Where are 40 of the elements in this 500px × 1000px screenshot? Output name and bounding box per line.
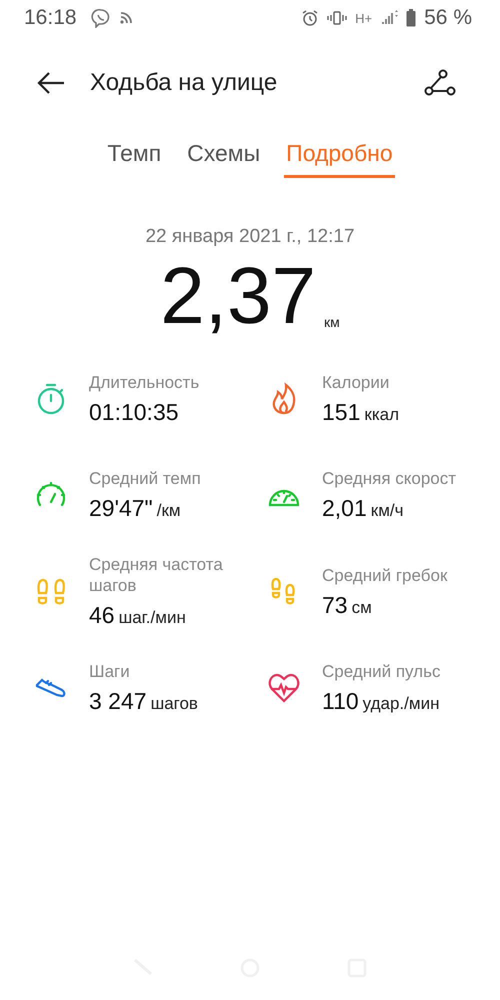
metric-unit: /км (156, 501, 181, 521)
metric-label: Средняя частота шагов (89, 554, 224, 596)
metric-unit: см (352, 598, 372, 618)
status-time: 16:18 (24, 6, 77, 30)
metric-value: 01:10:35 (89, 399, 179, 426)
metric-label: Средний темп (89, 468, 201, 489)
metric-unit: км/ч (370, 501, 404, 521)
screen-title: Ходьба на улице (90, 69, 278, 97)
chat-bubble-icon (90, 8, 111, 28)
metric-label: Шаги (89, 661, 131, 682)
metric-value: 73 (322, 592, 348, 618)
metric-label: Длительность (89, 372, 200, 393)
signal-icon (380, 10, 398, 26)
battery-icon (406, 9, 416, 27)
cast-icon (118, 11, 133, 25)
metric-unit: шаг./мин (118, 608, 186, 628)
vibrate-icon (327, 10, 348, 26)
metric-value: 3 247 (89, 688, 147, 715)
tab[interactable]: Темп (105, 136, 164, 178)
metric-unit: удар./мин (362, 694, 440, 714)
workout-date: 22 января 2021 г., 12:17 (144, 226, 356, 248)
back-arrow-icon[interactable] (36, 71, 66, 95)
metric-label: Средний гребок (322, 564, 448, 586)
metric-label: Калории (322, 372, 390, 393)
route-icon[interactable] (424, 69, 456, 97)
network-type: H+ (355, 10, 372, 26)
metric-value: 151 (322, 399, 360, 426)
tab[interactable]: Схемы (185, 136, 262, 178)
metric-unit: шагов (150, 694, 198, 714)
metric-value: 46 (89, 602, 115, 629)
metric-unit: ккал (364, 405, 399, 425)
distance-value: 2,37 (160, 256, 316, 336)
metric-value: 2,01 (322, 495, 367, 522)
metric-value: 110 (322, 688, 359, 715)
metric-label: Средняя скорост (322, 468, 456, 489)
distance-unit: км (324, 314, 340, 332)
metric-value: 29'47" (89, 495, 153, 522)
alarm-icon (301, 9, 320, 27)
battery-percent: 56 % (424, 6, 472, 30)
metric-label: Средний пульс (322, 661, 440, 682)
